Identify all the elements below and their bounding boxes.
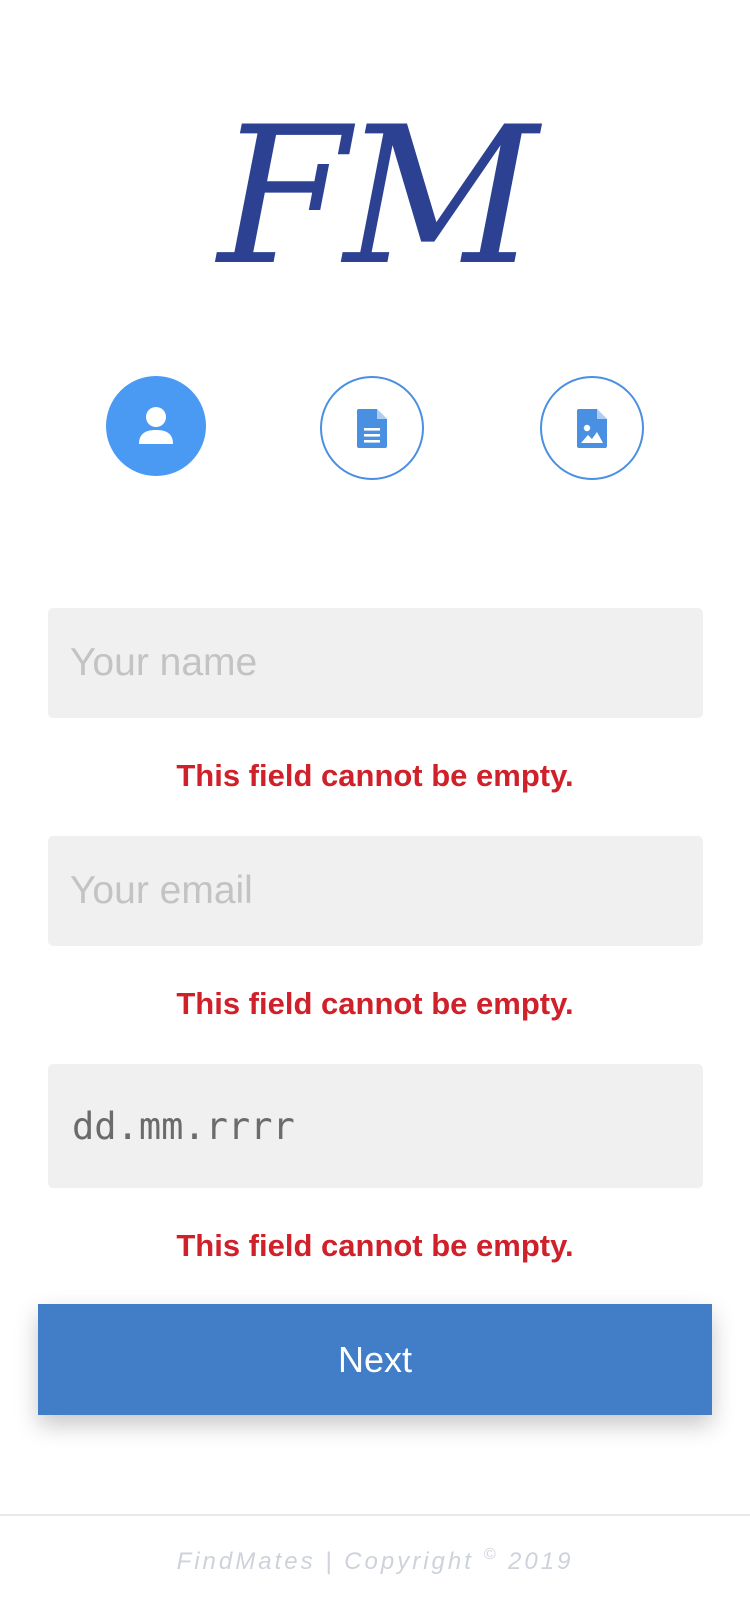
step-document[interactable] (320, 376, 424, 480)
name-error-message: This field cannot be empty. (176, 758, 574, 793)
next-button-label: Next (337, 1338, 413, 1380)
registration-page: FM This field cannot be empty. This fiel… (0, 0, 750, 1616)
next-button[interactable]: Next (38, 1304, 712, 1415)
name-input[interactable] (48, 608, 703, 718)
footer-copyright: FindMates | Copyright © 2019 (0, 1546, 750, 1576)
step-photo[interactable] (540, 376, 644, 480)
email-error-message: This field cannot be empty. (176, 986, 574, 1021)
footer-year: 2019 (508, 1548, 574, 1575)
footer-brand: FindMates | Copyright (176, 1548, 474, 1575)
step-profile[interactable] (106, 376, 206, 476)
birthdate-error-message: This field cannot be empty. (176, 1228, 574, 1263)
footer-divider (0, 1514, 750, 1516)
app-logo: FM (217, 86, 538, 307)
birthdate-format-text: dd.mm.rrrr (72, 1104, 295, 1148)
email-input[interactable] (48, 836, 703, 946)
user-icon (139, 407, 173, 444)
document-icon (357, 409, 387, 448)
birthdate-input[interactable]: dd.mm.rrrr (48, 1064, 703, 1188)
copyright-symbol: © (483, 1546, 499, 1563)
image-file-icon (577, 409, 607, 448)
